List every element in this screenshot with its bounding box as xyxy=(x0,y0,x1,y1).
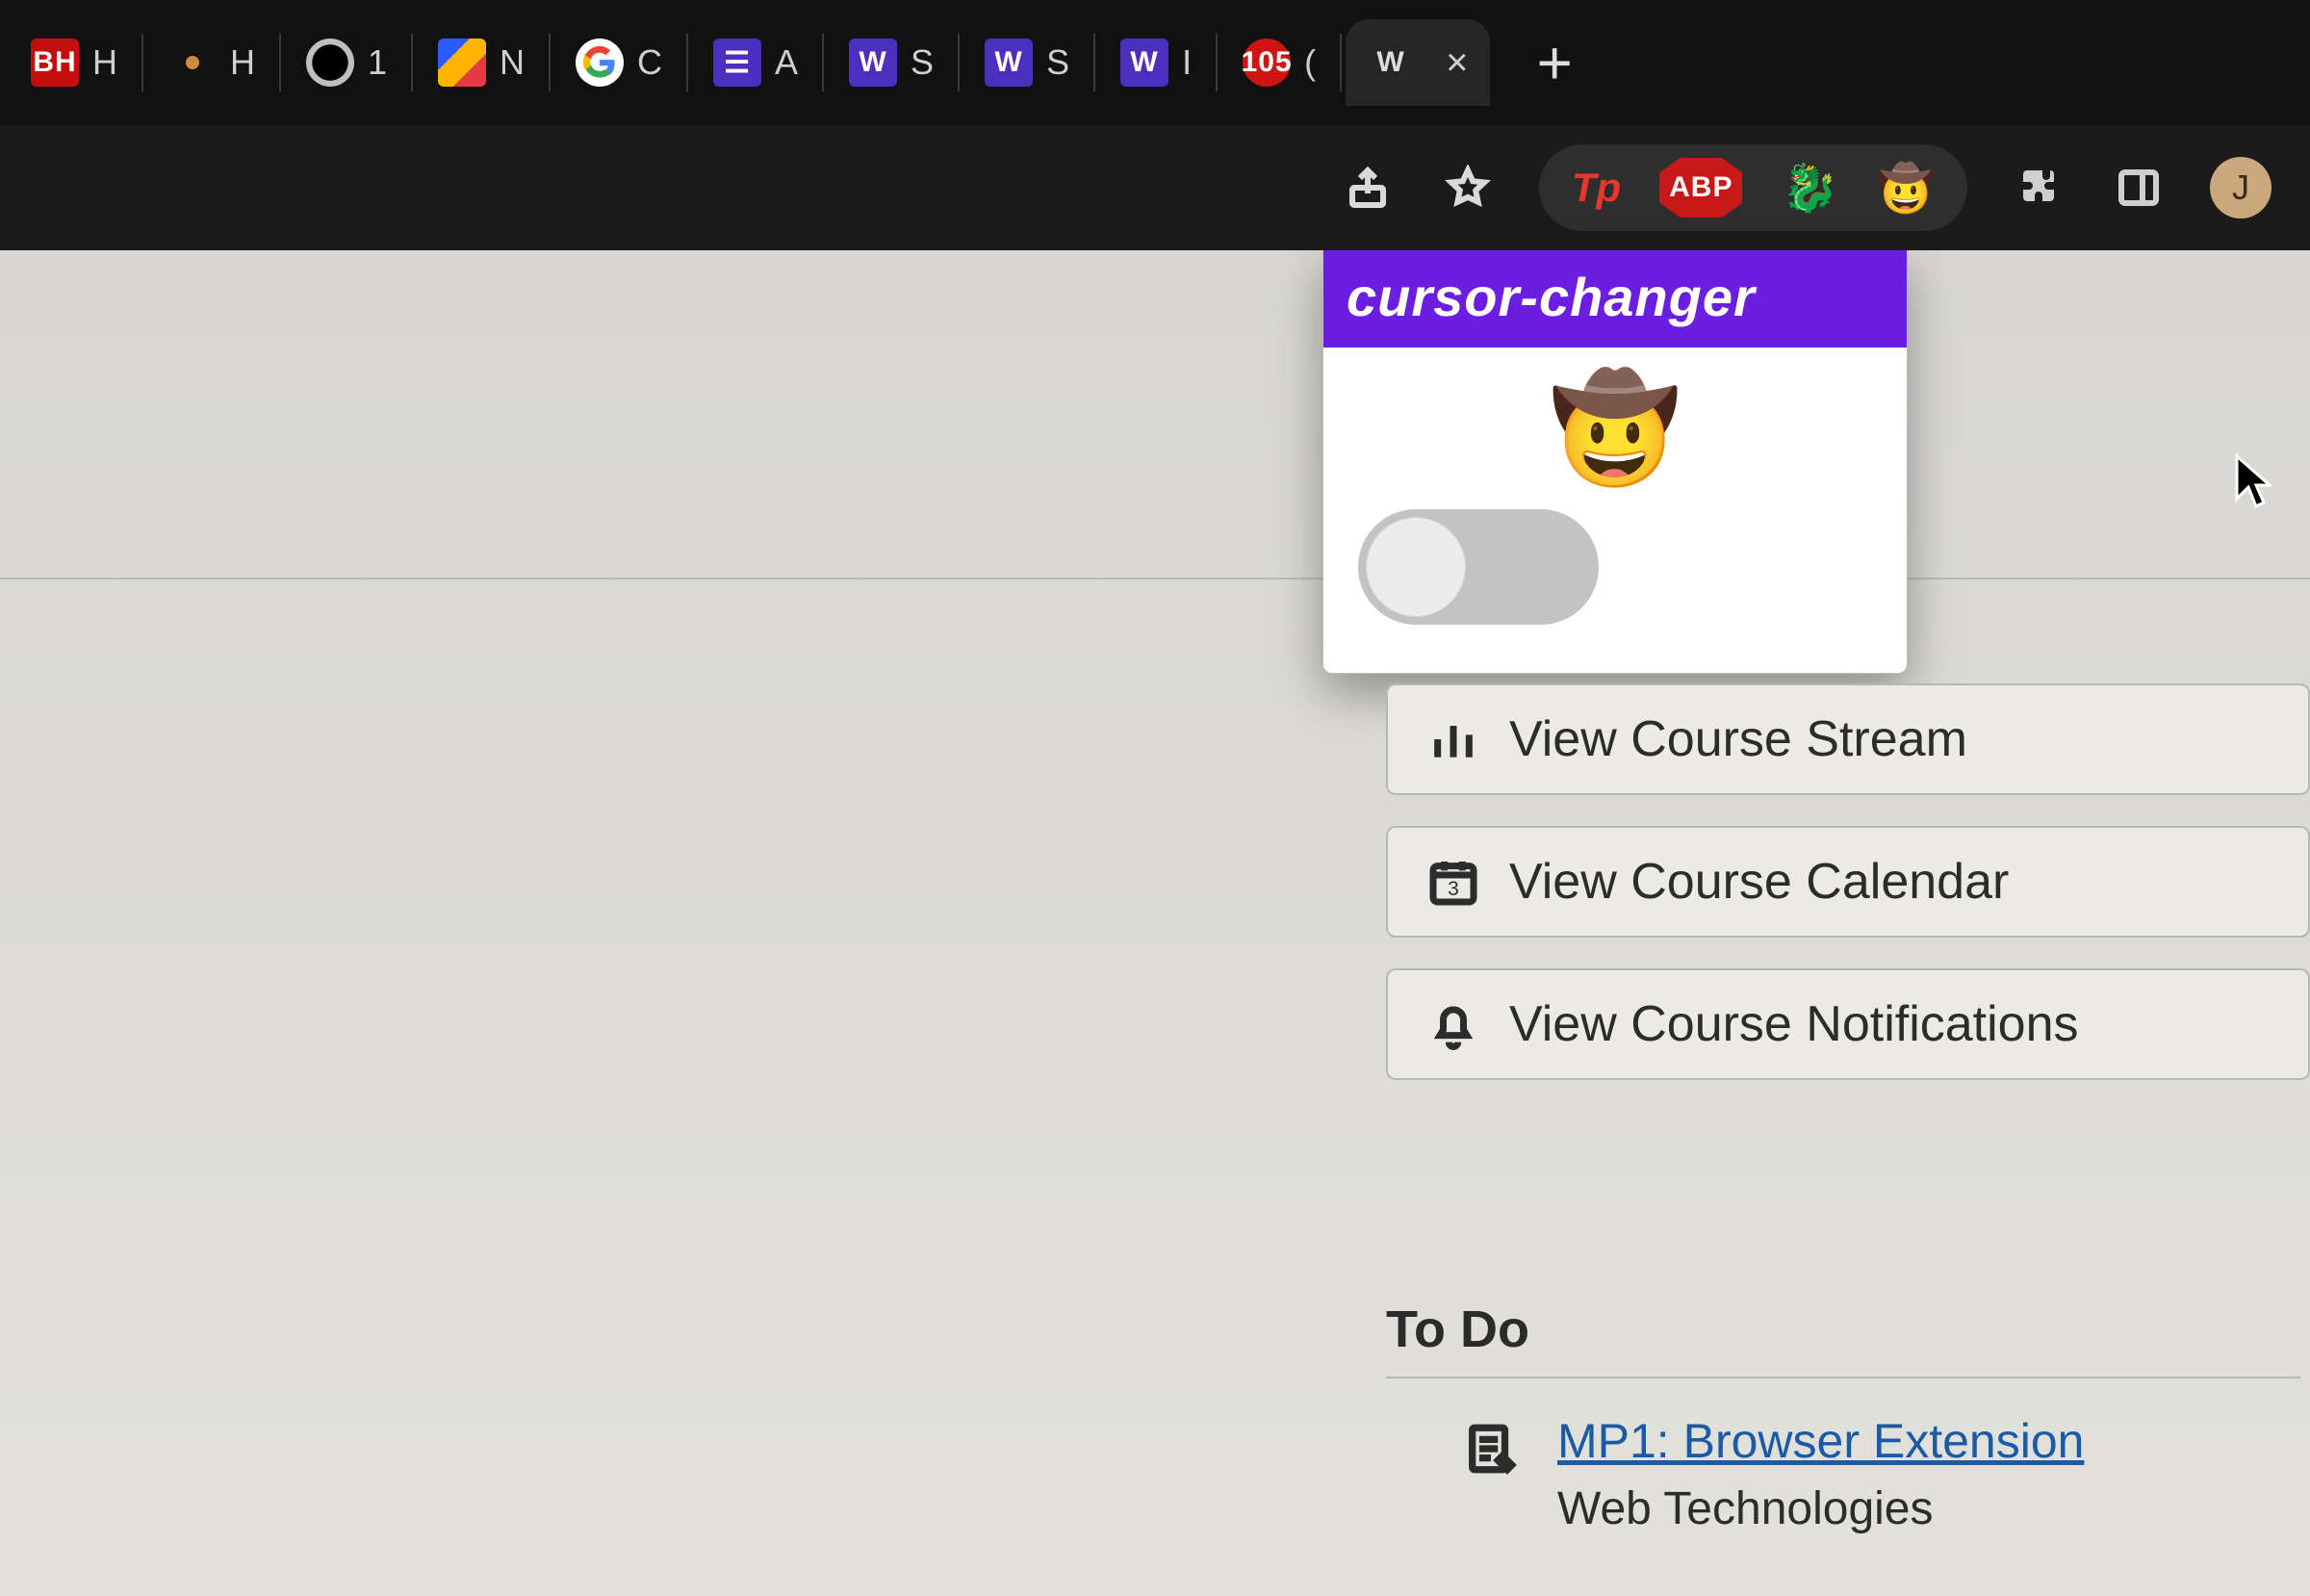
favicon-w-icon: W xyxy=(1120,39,1168,87)
extension-dragon-icon[interactable]: 🐉 xyxy=(1781,161,1838,216)
tab-title: H xyxy=(230,42,256,83)
toggle-knob xyxy=(1366,517,1466,617)
extension-abp-icon[interactable]: ABP xyxy=(1659,158,1742,218)
favicon-dot xyxy=(168,39,217,87)
extension-tp-icon[interactable]: Tp xyxy=(1572,165,1621,211)
browser-tab[interactable]: W S xyxy=(828,19,956,106)
browser-tab[interactable]: W I xyxy=(1099,19,1214,106)
browser-tab[interactable]: C xyxy=(554,19,684,106)
browser-tab[interactable]: N xyxy=(417,19,547,106)
todo-section: To Do MP1: Browser Extension Web Technol… xyxy=(1386,1300,2310,1535)
bar-chart-icon xyxy=(1426,712,1480,766)
share-icon[interactable] xyxy=(1339,159,1397,217)
browser-tab[interactable]: BH H xyxy=(10,19,140,106)
view-course-calendar-button[interactable]: 3 View Course Calendar xyxy=(1386,826,2310,938)
todo-heading: To Do xyxy=(1386,1300,2300,1359)
browser-tabstrip: BH H H 1 N C ☰ A W S W S W I 105 ( xyxy=(0,0,2310,125)
side-panel-icon[interactable] xyxy=(2110,159,2168,217)
browser-tab-active[interactable]: W × xyxy=(1346,19,1490,106)
browser-tab[interactable]: W S xyxy=(963,19,1091,106)
favicon-list-icon: ☰ xyxy=(713,39,761,87)
tab-title: A xyxy=(775,42,799,83)
favicon-google-icon xyxy=(576,39,624,87)
todo-item-course: Web Technologies xyxy=(1557,1482,2084,1535)
tab-title: ( xyxy=(1304,42,1317,83)
svg-text:3: 3 xyxy=(1448,878,1459,900)
view-course-stream-button[interactable]: View Course Stream xyxy=(1386,683,2310,795)
assignment-icon xyxy=(1463,1421,1519,1477)
cursor-toggle-switch[interactable] xyxy=(1358,509,1599,625)
course-quicklinks: View Course Stream 3 View Course Calenda… xyxy=(1386,683,2310,1111)
browser-tab[interactable]: 105 ( xyxy=(1221,19,1338,106)
favicon-badge-icon: 105 xyxy=(1243,39,1291,87)
extensions-pill: Tp ABP 🐉 🤠 xyxy=(1539,144,1967,231)
tab-title: C xyxy=(637,42,663,83)
favicon-bh: BH xyxy=(31,39,79,87)
favicon-generic-icon: W xyxy=(1367,39,1415,87)
button-label: View Course Calendar xyxy=(1509,853,2009,911)
browser-tab[interactable]: 1 xyxy=(285,19,409,106)
cowboy-emoji-icon: 🤠 xyxy=(1352,376,1878,482)
button-label: View Course Stream xyxy=(1509,710,1967,768)
page-content: cursor-changer 🤠 View Course Stream 3 Vi… xyxy=(0,250,2310,1596)
bell-icon xyxy=(1426,997,1480,1051)
todo-item: MP1: Browser Extension Web Technologies xyxy=(1386,1413,2300,1535)
divider xyxy=(1386,1377,2300,1378)
tab-title: S xyxy=(911,42,935,83)
bookmark-star-icon[interactable] xyxy=(1439,159,1497,217)
extension-popup-title: cursor-changer xyxy=(1323,250,1907,348)
favicon-globe-icon xyxy=(306,39,354,87)
browser-tab[interactable]: H xyxy=(147,19,277,106)
extension-popup: cursor-changer 🤠 xyxy=(1322,250,1908,674)
todo-item-link[interactable]: MP1: Browser Extension xyxy=(1557,1414,2084,1468)
favicon-multicolor-icon xyxy=(438,39,486,87)
favicon-w-icon: W xyxy=(985,39,1033,87)
view-course-notifications-button[interactable]: View Course Notifications xyxy=(1386,968,2310,1080)
tab-title: I xyxy=(1182,42,1193,83)
favicon-w-icon: W xyxy=(849,39,897,87)
tab-title: S xyxy=(1046,42,1070,83)
extension-cursor-changer-icon[interactable]: 🤠 xyxy=(1877,161,1935,216)
close-tab-icon[interactable]: × xyxy=(1446,41,1469,85)
mouse-cursor-icon xyxy=(2233,452,2272,510)
browser-tab[interactable]: ☰ A xyxy=(692,19,820,106)
browser-toolbar: Tp ABP 🐉 🤠 J xyxy=(0,125,2310,250)
tab-title: N xyxy=(500,42,526,83)
new-tab-button[interactable]: + xyxy=(1536,32,1572,93)
calendar-icon: 3 xyxy=(1426,855,1480,909)
tab-title: 1 xyxy=(368,42,388,83)
extensions-menu-icon[interactable] xyxy=(2010,159,2067,217)
profile-avatar[interactable]: J xyxy=(2210,157,2272,219)
tab-title: H xyxy=(92,42,118,83)
button-label: View Course Notifications xyxy=(1509,995,2079,1053)
